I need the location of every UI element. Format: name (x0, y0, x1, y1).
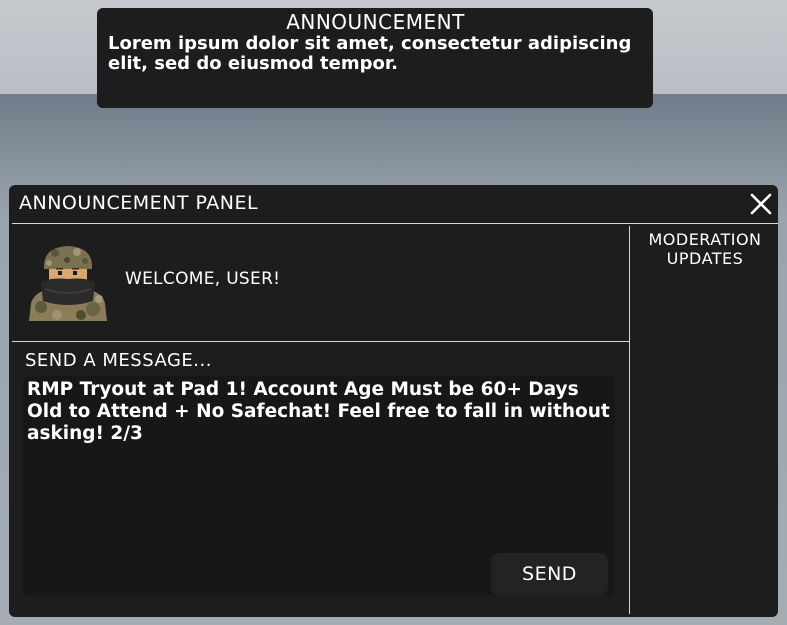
moderation-divider (629, 226, 630, 614)
close-button[interactable] (749, 192, 773, 216)
announcement-body: Lorem ipsum dolor sit amet, consectetur … (108, 33, 632, 74)
panel-header: ANNOUNCEMENT PANEL (9, 185, 778, 223)
announcement-banner: ANNOUNCEMENT Lorem ipsum dolor sit amet,… (97, 8, 653, 108)
close-icon (750, 193, 772, 215)
section-divider (12, 341, 629, 342)
announcement-panel: ANNOUNCEMENT PANEL MODERATION UPDATES WE… (9, 185, 778, 617)
announcement-title: ANNOUNCEMENT (286, 10, 465, 34)
welcome-text: WELCOME, USER! (125, 269, 281, 289)
user-avatar (27, 243, 109, 321)
send-message-label: SEND A MESSAGE... (25, 350, 212, 371)
moderation-updates-title: MODERATION UPDATES (648, 230, 762, 268)
send-button[interactable]: SEND (491, 553, 608, 595)
message-text[interactable]: RMP Tryout at Pad 1! Account Age Must be… (27, 379, 611, 445)
header-divider (12, 223, 778, 224)
panel-title: ANNOUNCEMENT PANEL (19, 192, 259, 214)
